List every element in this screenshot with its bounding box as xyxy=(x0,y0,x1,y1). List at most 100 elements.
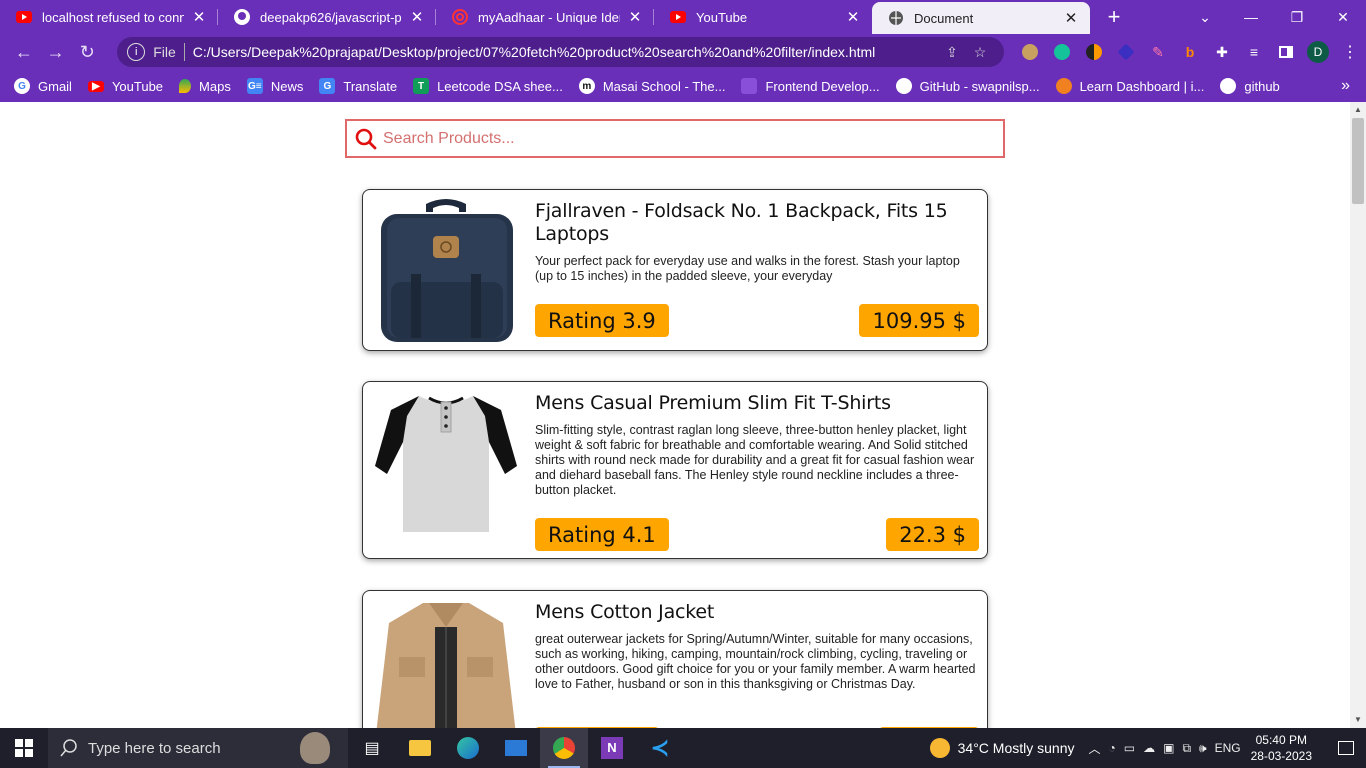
close-icon[interactable]: ✕ xyxy=(626,8,644,26)
bookmark-label: Learn Dashboard | i... xyxy=(1079,78,1205,94)
bookmarks-overflow-icon[interactable]: » xyxy=(1341,77,1350,95)
minimize-button[interactable]: — xyxy=(1228,9,1274,25)
rating-badge: Rating 4.1 xyxy=(535,518,669,551)
bookmark-star-icon[interactable]: ☆ xyxy=(966,44,994,61)
meet-now-icon[interactable]: ▣ xyxy=(1163,741,1174,755)
tab-3[interactable]: YouTube ✕ xyxy=(654,0,872,34)
youtube-icon: ▶ xyxy=(87,80,104,92)
bookmark-leetcode[interactable]: T Leetcode DSA shee... xyxy=(413,78,563,94)
window-controls: ⌄ — ❐ ✕ xyxy=(1182,9,1366,26)
bookmark-label: Masai School - The... xyxy=(602,78,726,94)
file-explorer-icon[interactable] xyxy=(396,728,444,768)
battery-icon[interactable]: ▭ xyxy=(1124,741,1135,755)
tab-1[interactable]: deepakp626/javascript-proje ✕ xyxy=(218,0,436,34)
translate-icon: G xyxy=(319,78,336,94)
time-text: 05:40 PM xyxy=(1255,733,1307,747)
info-icon[interactable]: i xyxy=(127,43,146,61)
tab-title: deepakp626/javascript-proje xyxy=(260,9,402,25)
windows-taskbar: Type here to search ▤ N ≺ 34°C Mostly su… xyxy=(0,728,1366,768)
bookmark-masai[interactable]: m Masai School - The... xyxy=(578,78,726,94)
address-bar[interactable]: i File C:/Users/Deepak%20prajapat/Deskto… xyxy=(117,37,1004,67)
maps-icon xyxy=(179,79,192,93)
bookmark-github[interactable]: github xyxy=(1220,78,1280,94)
bing-icon[interactable]: b xyxy=(1174,36,1206,68)
product-card: Mens Casual Premium Slim Fit T-Shirts Sl… xyxy=(362,381,988,559)
tab-strip: localhost refused to connect ✕ deepakp62… xyxy=(0,0,1366,34)
notification-icon[interactable] xyxy=(1326,741,1366,755)
bookmark-maps[interactable]: Maps xyxy=(179,79,231,94)
display-icon[interactable]: ⧉ xyxy=(1182,741,1191,756)
share-icon[interactable]: ⇪ xyxy=(938,44,966,61)
news-icon: G≡ xyxy=(246,78,263,94)
task-view-icon[interactable]: ▤ xyxy=(348,728,396,768)
clock[interactable]: 05:40 PM 28-03-2023 xyxy=(1251,732,1312,764)
bookmark-translate[interactable]: G Translate xyxy=(319,78,397,94)
search-input[interactable] xyxy=(383,129,1003,148)
tab-search-icon[interactable]: ⌄ xyxy=(1182,9,1228,26)
reload-button[interactable]: ↻ xyxy=(71,36,103,68)
menu-kebab-icon[interactable]: ⋮ xyxy=(1334,36,1366,68)
volume-icon[interactable]: 🕪 xyxy=(1199,741,1207,756)
rating-badge: Rating 3.9 xyxy=(535,304,669,337)
page-scrollbar[interactable]: ▲ ▼ xyxy=(1350,102,1366,728)
taskbar-search[interactable]: Type here to search xyxy=(48,728,348,768)
leetcode-icon: T xyxy=(413,78,430,94)
price-badge: 109.95 $ xyxy=(859,304,979,337)
bookmark-learn-dashboard[interactable]: Learn Dashboard | i... xyxy=(1055,78,1205,94)
frontend-icon xyxy=(741,78,758,94)
restore-button[interactable]: ❐ xyxy=(1274,9,1320,26)
diamond-extension-icon[interactable] xyxy=(1110,36,1142,68)
puzzle-extensions-icon[interactable]: ✚ xyxy=(1206,36,1238,68)
language-indicator[interactable]: ENG xyxy=(1215,741,1241,755)
bookmark-gmail[interactable]: G Gmail xyxy=(14,78,72,94)
scroll-up-arrow-icon[interactable]: ▲ xyxy=(1350,102,1366,118)
reading-list-icon[interactable]: ≡ xyxy=(1238,36,1270,68)
tab-0[interactable]: localhost refused to connect ✕ xyxy=(0,0,218,34)
pen-extension-icon[interactable]: ✎ xyxy=(1142,36,1174,68)
forward-button[interactable]: → xyxy=(40,36,72,68)
tab-2[interactable]: myAadhaar - Unique Identific ✕ xyxy=(436,0,654,34)
owl-extension-icon[interactable] xyxy=(1014,36,1046,68)
new-tab-button[interactable]: + xyxy=(1094,4,1134,30)
wifi-icon[interactable]: ◔ xyxy=(1109,741,1116,755)
cloud-offline-icon[interactable]: ☁ xyxy=(1143,741,1155,755)
search-box[interactable] xyxy=(345,119,1005,158)
product-card: Fjallraven - Foldsack No. 1 Backpack, Fi… xyxy=(362,189,988,351)
youtube-icon xyxy=(16,9,32,25)
price-badge: 22.3 $ xyxy=(886,518,979,551)
weather-text: 34°C Mostly sunny xyxy=(957,740,1075,756)
bookmark-github-swapnil[interactable]: GitHub - swapnilsp... xyxy=(895,78,1040,94)
mail-icon[interactable] xyxy=(492,728,540,768)
product-description: great outerwear jackets for Spring/Autum… xyxy=(535,632,976,691)
weather-widget[interactable]: 34°C Mostly sunny xyxy=(929,738,1075,758)
close-icon[interactable]: ✕ xyxy=(408,8,426,26)
tab-4[interactable]: Document ✕ xyxy=(872,2,1090,34)
bookmark-frontend[interactable]: Frontend Develop... xyxy=(741,78,880,94)
profile-avatar[interactable]: D xyxy=(1302,36,1334,68)
product-title: Mens Casual Premium Slim Fit T-Shirts xyxy=(535,392,891,414)
github-icon xyxy=(895,78,912,94)
close-icon[interactable]: ✕ xyxy=(1062,9,1080,27)
product-image-backpack xyxy=(381,199,513,342)
side-panel-icon[interactable] xyxy=(1270,36,1302,68)
chrome-icon[interactable] xyxy=(540,728,588,768)
edge-icon[interactable] xyxy=(444,728,492,768)
onenote-icon[interactable]: N xyxy=(588,728,636,768)
page-viewport: Fjallraven - Foldsack No. 1 Backpack, Fi… xyxy=(0,102,1350,728)
url-text[interactable]: C:/Users/Deepak%20prajapat/Desktop/proje… xyxy=(193,44,938,60)
vscode-icon[interactable]: ≺ xyxy=(636,728,684,768)
scroll-down-arrow-icon[interactable]: ▼ xyxy=(1350,712,1366,728)
product-title: Mens Cotton Jacket xyxy=(535,601,715,623)
close-window-button[interactable]: ✕ xyxy=(1320,9,1366,26)
windows-start-button[interactable] xyxy=(0,728,48,768)
chevron-up-icon[interactable]: ︿ xyxy=(1089,740,1101,757)
scrollbar-thumb[interactable] xyxy=(1352,118,1364,204)
bookmark-youtube[interactable]: ▶ YouTube xyxy=(87,79,163,94)
close-icon[interactable]: ✕ xyxy=(190,8,208,26)
back-button[interactable]: ← xyxy=(8,36,40,68)
dark-mode-extension-icon[interactable] xyxy=(1078,36,1110,68)
close-icon[interactable]: ✕ xyxy=(844,8,862,26)
bookmark-news[interactable]: G≡ News xyxy=(246,78,303,94)
grammarly-icon[interactable] xyxy=(1046,36,1078,68)
bookmark-label: Leetcode DSA shee... xyxy=(437,78,563,94)
